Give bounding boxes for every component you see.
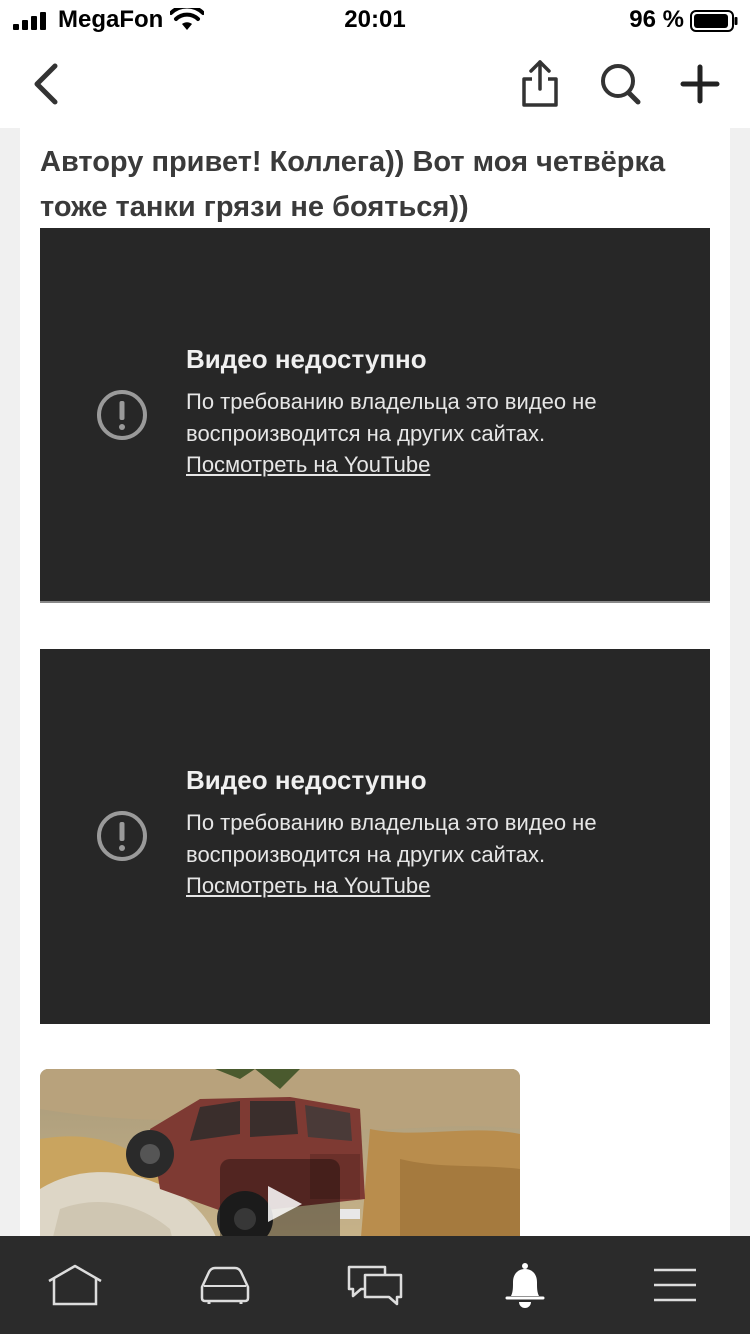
- back-button[interactable]: [16, 54, 76, 114]
- back-icon: [34, 63, 58, 105]
- comment-text: Автору привет! Коллега)) Вот моя четвёрк…: [40, 146, 666, 223]
- search-button[interactable]: [590, 54, 650, 114]
- watch-on-youtube-link[interactable]: Посмотреть на YouTube: [186, 873, 430, 899]
- warning-icon: [97, 390, 147, 440]
- tab-messages[interactable]: [340, 1258, 410, 1312]
- status-bar: MegaFon 20:01 96 %: [0, 0, 750, 40]
- video-title: Видео недоступно: [186, 765, 427, 795]
- chat-icon: [347, 1265, 403, 1306]
- post-content: Автору привет! Коллега)) Вот моя четвёрк…: [20, 128, 730, 1236]
- tab-notifications[interactable]: [490, 1258, 560, 1312]
- bottom-tab-bar: [0, 1236, 750, 1334]
- menu-icon: [654, 1268, 696, 1302]
- warning-icon: [97, 811, 147, 861]
- tab-garage[interactable]: [190, 1258, 260, 1312]
- tab-menu[interactable]: [640, 1258, 710, 1312]
- video-message: По требованию владельца это видео не вос…: [186, 389, 597, 446]
- car-photo-video[interactable]: [40, 1069, 520, 1236]
- add-button[interactable]: [670, 54, 730, 114]
- home-icon: [48, 1264, 102, 1306]
- offroad-car-image: [40, 1069, 520, 1236]
- share-button[interactable]: [510, 54, 570, 114]
- search-icon: [601, 64, 641, 105]
- navigation-bar: [0, 40, 750, 128]
- video-message: По требованию владельца это видео не вос…: [186, 810, 597, 867]
- battery-icon: [690, 10, 738, 32]
- battery-percent: 96 %: [629, 6, 684, 33]
- tab-home[interactable]: [40, 1258, 110, 1312]
- share-icon: [522, 60, 558, 107]
- watch-on-youtube-link[interactable]: Посмотреть на YouTube: [186, 452, 430, 478]
- car-icon: [200, 1266, 250, 1304]
- video-embed-unavailable[interactable]: Видео недоступно По требованию владельца…: [40, 228, 710, 603]
- bell-icon: [505, 1263, 545, 1308]
- video-title: Видео недоступно: [186, 344, 427, 374]
- plus-icon: [680, 64, 720, 104]
- video-embed-unavailable[interactable]: Видео недоступно По требованию владельца…: [40, 649, 710, 1024]
